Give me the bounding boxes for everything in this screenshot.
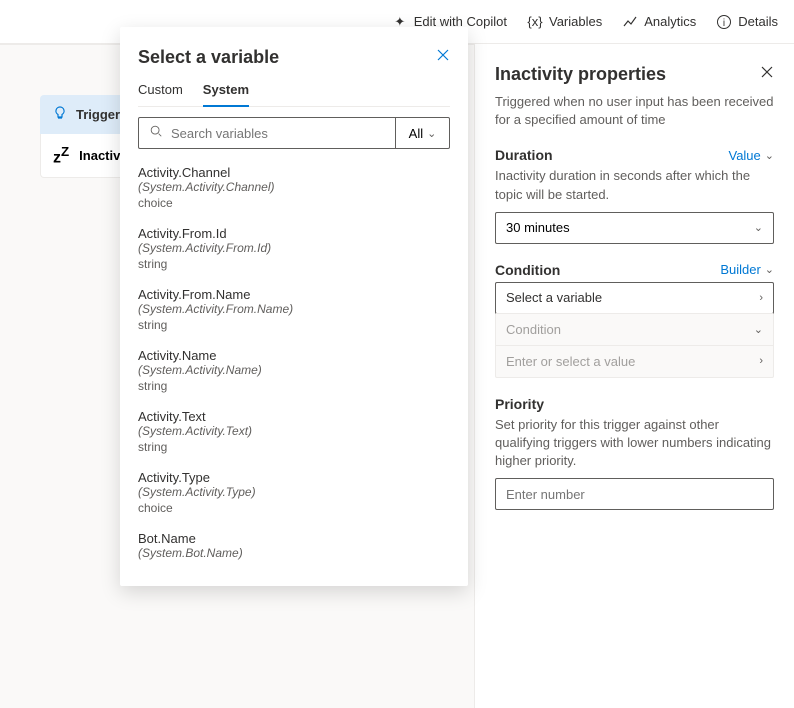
value-mode-link[interactable]: Value ⌄ [728,148,774,163]
placeholder: Select a variable [506,290,602,305]
variables-button[interactable]: {x} Variables [527,14,602,30]
variable-picker-popup: Select a variable Custom System All ⌄ Ac… [120,27,468,586]
duration-dropdown[interactable]: 30 minutes ⌄ [495,212,774,244]
panel-subtitle: Triggered when no user input has been re… [495,93,774,129]
duration-value: 30 minutes [506,220,570,235]
variable-name: Activity.Type [138,470,444,485]
tab-system[interactable]: System [203,82,249,107]
variable-item[interactable]: Activity.From.Name (System.Activity.From… [138,281,444,342]
priority-input[interactable] [495,478,774,510]
type-filter-dropdown[interactable]: All ⌄ [395,118,449,148]
search-row: All ⌄ [138,117,450,149]
variable-type: choice [138,501,444,515]
condition-operator-dropdown[interactable]: Condition ⌄ [496,313,773,345]
variable-type: string [138,257,444,271]
variable-path: (System.Bot.Name) [138,546,444,560]
variable-item[interactable]: Activity.Name (System.Activity.Name) str… [138,342,444,403]
variable-path: (System.Activity.From.Name) [138,302,444,316]
priority-section: Priority Set priority for this trigger a… [495,396,774,511]
chevron-down-icon: ⌄ [765,263,774,276]
variable-type: string [138,318,444,332]
variable-path: (System.Activity.Type) [138,485,444,499]
condition-builder: Select a variable › Condition ⌄ Enter or… [495,282,774,378]
chevron-right-icon: › [759,355,763,367]
topbar-label: Details [738,14,778,29]
details-button[interactable]: i Details [716,14,778,30]
analytics-button[interactable]: Analytics [622,14,696,30]
section-desc: Set priority for this trigger against ot… [495,416,774,471]
variable-item[interactable]: Activity.From.Id (System.Activity.From.I… [138,220,444,281]
section-title: Priority [495,396,544,412]
variable-name: Activity.From.Id [138,226,444,241]
panel-title: Inactivity properties [495,64,666,85]
chevron-down-icon: ⌄ [427,127,436,140]
condition-section: Condition Builder ⌄ Select a variable › … [495,262,774,378]
section-title: Condition [495,262,560,278]
variable-type: string [138,379,444,393]
variable-type: choice [138,196,444,210]
search-icon [149,124,163,143]
variable-type: string [138,440,444,454]
section-desc: Inactivity duration in seconds after whi… [495,167,774,203]
search-input[interactable] [171,126,385,141]
variable-item[interactable]: Activity.Channel (System.Activity.Channe… [138,159,444,220]
variable-name: Activity.From.Name [138,287,444,302]
svg-text:i: i [723,18,725,29]
close-icon[interactable] [436,48,450,67]
condition-value-field[interactable]: Enter or select a value › [496,345,773,377]
variables-icon: {x} [527,14,543,30]
lightbulb-icon [52,105,68,124]
variable-path: (System.Activity.Channel) [138,180,444,194]
section-title: Duration [495,147,553,163]
popup-title: Select a variable [138,47,279,68]
variable-tabs: Custom System [138,82,450,107]
variable-item[interactable]: Bot.Name (System.Bot.Name) [138,525,444,572]
priority-text-input[interactable] [506,487,763,502]
variable-path: (System.Activity.Name) [138,363,444,377]
variable-list[interactable]: Activity.Channel (System.Activity.Channe… [138,159,450,572]
placeholder: Condition [506,322,561,337]
chevron-down-icon: ⌄ [754,221,763,234]
select-variable-dropdown[interactable]: Select a variable › [495,282,774,314]
filter-label: All [409,126,423,141]
topbar-label: Variables [549,14,602,29]
analytics-icon [622,14,638,30]
variable-item[interactable]: Activity.Type (System.Activity.Type) cho… [138,464,444,525]
variable-name: Activity.Name [138,348,444,363]
tab-custom[interactable]: Custom [138,82,183,106]
chevron-down-icon: ⌄ [765,149,774,162]
chevron-right-icon: › [759,292,763,304]
sleep-icon: zZ [53,144,69,167]
variable-item[interactable]: Activity.Text (System.Activity.Text) str… [138,403,444,464]
trigger-label: Trigger [76,107,120,122]
info-icon: i [716,14,732,30]
placeholder: Enter or select a value [506,354,635,369]
close-icon[interactable] [760,65,774,84]
variable-path: (System.Activity.From.Id) [138,241,444,255]
variable-path: (System.Activity.Text) [138,424,444,438]
builder-mode-link[interactable]: Builder ⌄ [720,262,774,277]
variable-name: Bot.Name [138,531,444,546]
duration-section: Duration Value ⌄ Inactivity duration in … [495,147,774,243]
properties-panel: Inactivity properties Triggered when no … [474,44,794,708]
chevron-down-icon: ⌄ [754,323,763,336]
topbar-label: Analytics [644,14,696,29]
search-box[interactable] [139,118,395,148]
variable-name: Activity.Channel [138,165,444,180]
variable-name: Activity.Text [138,409,444,424]
